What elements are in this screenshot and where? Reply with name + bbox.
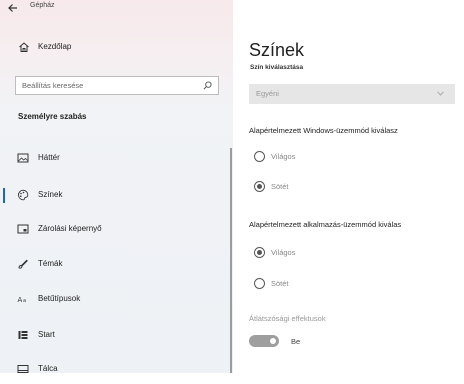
active-indicator [3, 188, 5, 203]
transparency-label: Átlátszósági effektusok [249, 314, 326, 323]
radio-label: Világos [271, 152, 296, 161]
radio-label: Világos [271, 248, 296, 257]
search-icon[interactable] [203, 81, 212, 90]
sidebar-item-label: Tálca [38, 364, 58, 373]
window-title: Gépház [30, 2, 55, 9]
app-mode-title: Alapértelmezett alkalmazás-üzemmód kivál… [249, 220, 402, 229]
sidebar-item-zarolasi-kepernyo[interactable]: Zárolási képernyő [0, 214, 232, 244]
radio-circle [254, 151, 265, 162]
section-title: Személyre szabás [18, 112, 87, 121]
sidebar-item-temak[interactable]: Témák [0, 249, 232, 279]
lock-screen-icon [17, 224, 29, 234]
start-icon [18, 331, 28, 339]
sidebar-item-label: Színek [38, 190, 63, 199]
sidebar-item-betutipusok[interactable]: A a Betűtípusok [0, 284, 232, 314]
sidebar-scrollbar[interactable] [230, 148, 232, 373]
color-select-value: Egyéni [256, 89, 279, 98]
brush-icon [18, 259, 28, 269]
settings-search-box[interactable] [15, 76, 219, 95]
page-title: Színek [249, 40, 305, 60]
color-select-dropdown[interactable]: Egyéni [249, 84, 455, 104]
radio-circle [254, 247, 265, 258]
windows-mode-light-radio[interactable]: Világos [254, 150, 414, 166]
sidebar-item-label: Betűtípusok [38, 294, 81, 303]
taskbar-icon [17, 365, 29, 373]
windows-mode-dark-radio[interactable]: Sötét [254, 180, 414, 196]
palette-icon [18, 189, 29, 201]
sidebar-item-talca[interactable]: Tálca [0, 354, 232, 384]
sidebar: Gépház Kezdőlap Személyre szabás Háttér … [0, 0, 233, 373]
sidebar-item-label: Témák [38, 259, 63, 268]
svg-text:a: a [23, 298, 26, 304]
sidebar-item-label: Start [38, 330, 55, 339]
back-arrow-icon[interactable] [7, 2, 19, 14]
radio-circle [254, 181, 265, 192]
transparency-toggle[interactable] [249, 335, 279, 347]
sidebar-item-hatter[interactable]: Háttér [0, 143, 232, 173]
radio-label: Sötét [271, 279, 289, 288]
home-icon[interactable] [18, 41, 30, 53]
search-input[interactable] [22, 77, 198, 94]
sidebar-item-szinek[interactable]: Színek [0, 180, 232, 210]
home-link[interactable]: Kezdőlap [38, 42, 71, 51]
main-content: Színek Szín kiválasztása Egyéni Alapérte… [233, 0, 464, 373]
picture-icon [17, 153, 29, 163]
transparency-state-label: Be [291, 337, 301, 346]
radio-label: Sötét [271, 182, 289, 191]
radio-circle [254, 278, 265, 289]
app-mode-dark-radio[interactable]: Sötét [254, 277, 414, 293]
sidebar-item-start[interactable]: Start [0, 320, 232, 350]
font-icon: A a [18, 296, 27, 304]
color-select-label: Szín kiválasztása [250, 64, 304, 71]
svg-text:A: A [18, 296, 23, 304]
toggle-knob [270, 338, 276, 344]
chevron-down-icon [437, 91, 444, 96]
app-mode-light-radio[interactable]: Világos [254, 246, 414, 262]
windows-mode-title: Alapértelmezett Windows-üzemmód kiválasz [249, 126, 398, 135]
sidebar-item-label: Zárolási képernyő [38, 224, 102, 233]
sidebar-item-label: Háttér [38, 153, 60, 162]
